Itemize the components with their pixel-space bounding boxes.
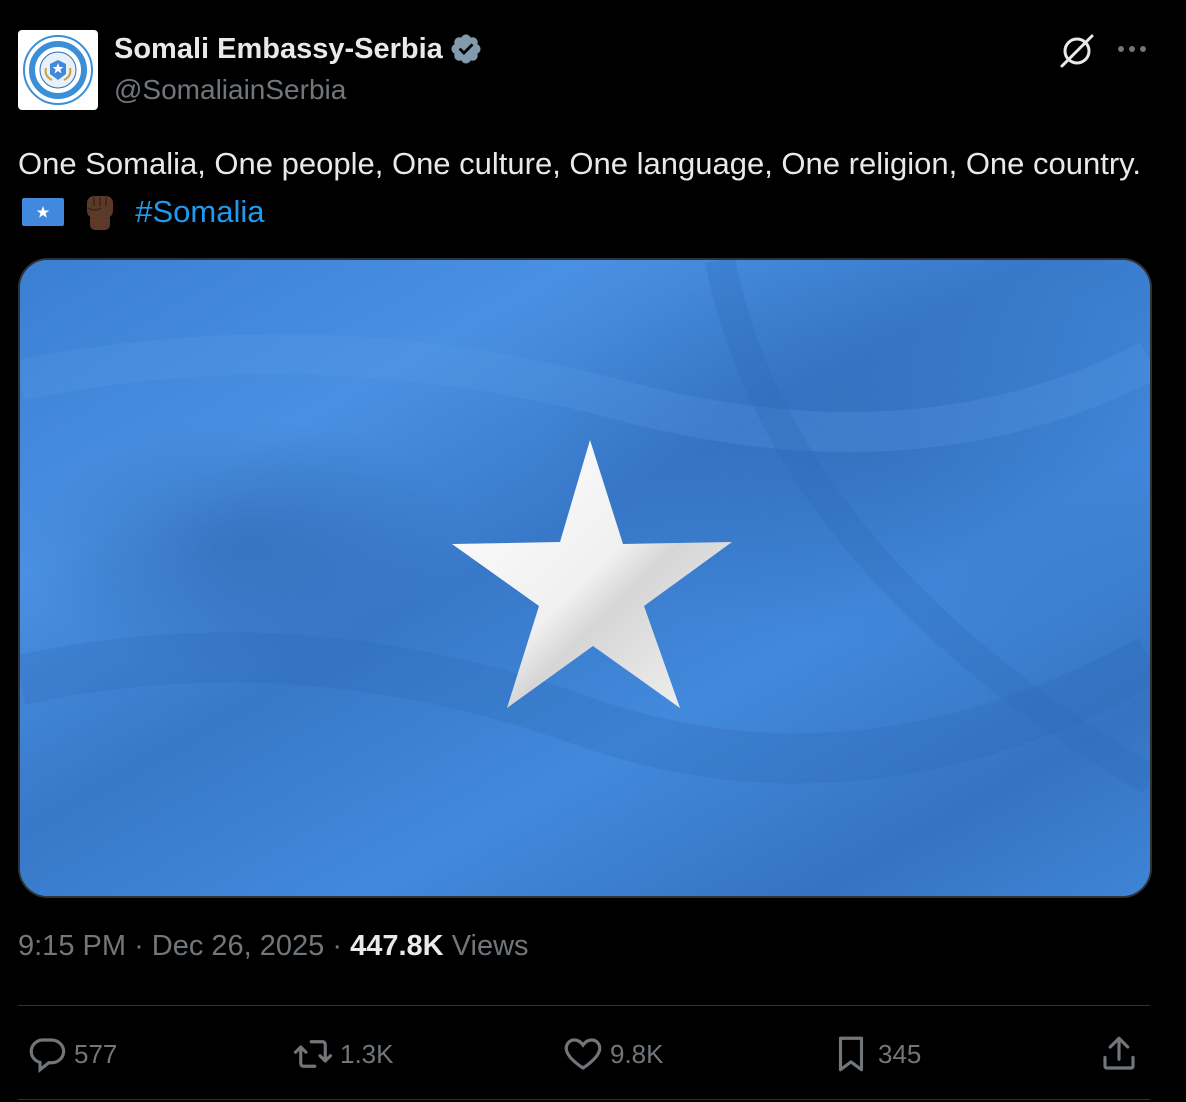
somalia-flag-image xyxy=(20,260,1150,896)
divider xyxy=(18,1005,1150,1006)
tweet-body: One Somalia, One people, One culture, On… xyxy=(18,146,1141,181)
share-button[interactable] xyxy=(1098,1030,1146,1078)
tweet-text: One Somalia, One people, One culture, On… xyxy=(18,140,1158,236)
tweet-meta: 9:15 PM · Dec 26, 2025 · 447.8K Views xyxy=(18,930,529,963)
hashtag-link[interactable]: #Somalia xyxy=(135,194,264,229)
meta-separator-2: · xyxy=(332,930,343,962)
repost-count: 1.3K xyxy=(340,1038,394,1069)
repost-button[interactable]: 1.3K xyxy=(292,1030,394,1078)
heart-icon xyxy=(564,1038,602,1070)
repost-icon xyxy=(293,1040,333,1068)
verified-badge-icon[interactable] xyxy=(449,32,483,66)
bookmark-button[interactable]: 345 xyxy=(830,1030,921,1078)
avatar[interactable] xyxy=(18,30,98,110)
grok-icon[interactable] xyxy=(1056,30,1098,72)
meta-separator: · xyxy=(134,930,144,962)
bookmark-icon xyxy=(838,1036,864,1072)
author-handle[interactable]: @SomaliainSerbia xyxy=(114,74,346,106)
reply-icon xyxy=(29,1038,66,1074)
views-count: 447.8K xyxy=(350,930,444,962)
raised-fist-emoji xyxy=(86,196,113,230)
tweet-time[interactable]: 9:15 PM xyxy=(18,930,126,962)
tweet-detail: Somali Embassy-Serbia @SomaliainSerbia O… xyxy=(0,0,1186,1102)
more-options-icon[interactable] xyxy=(1112,34,1152,64)
tweet-media-image[interactable] xyxy=(18,258,1152,898)
author-name[interactable]: Somali Embassy-Serbia xyxy=(114,32,483,66)
reply-button[interactable]: 577 xyxy=(26,1030,117,1078)
tweet-date[interactable]: Dec 26, 2025 xyxy=(152,930,325,962)
like-button[interactable]: 9.8K xyxy=(562,1030,664,1078)
bookmark-count: 345 xyxy=(878,1038,922,1069)
author-name-label[interactable]: Somali Embassy-Serbia xyxy=(114,33,443,66)
reply-count: 577 xyxy=(74,1038,118,1069)
like-count: 9.8K xyxy=(610,1038,664,1069)
bottom-divider xyxy=(18,1099,1150,1100)
views-label: Views xyxy=(451,930,529,962)
somalia-flag-emoji xyxy=(22,198,64,226)
embassy-seal-icon xyxy=(23,35,93,105)
share-icon xyxy=(1103,1036,1135,1070)
